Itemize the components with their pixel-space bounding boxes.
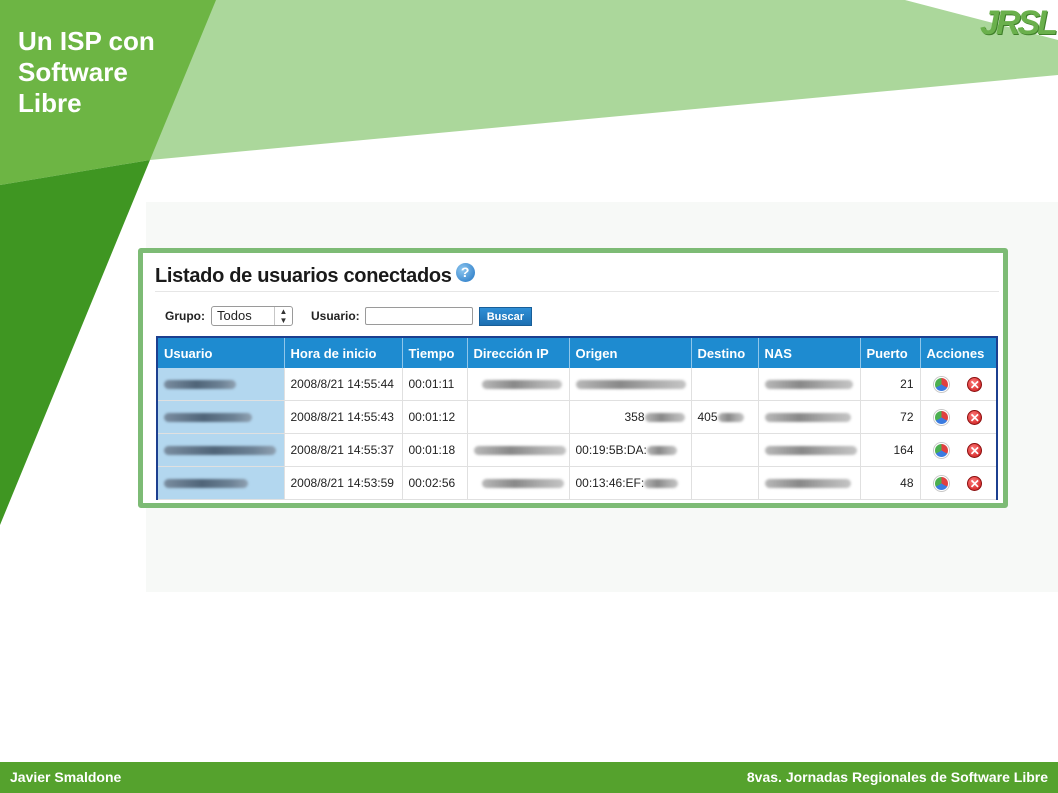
table-header-row: Usuario Hora de inicio Tiempo Dirección … <box>158 338 996 368</box>
slide-footer: Javier Smaldone 8vas. Jornadas Regionale… <box>0 762 1058 793</box>
cell-origen: 00:13:46:EF: <box>569 466 692 500</box>
cell-puerto: 164 <box>860 433 921 467</box>
slide-title: Un ISP con Software Libre <box>18 26 155 118</box>
cell-origen-text: 00:19:5B:DA: <box>575 443 647 457</box>
cell-hora: 2008/8/21 14:55:43 <box>284 400 403 434</box>
cell-hora: 2008/8/21 14:53:59 <box>284 466 403 500</box>
cell-nas <box>758 400 861 434</box>
cell-destino <box>691 433 759 467</box>
cell-tiempo: 00:01:18 <box>402 433 468 467</box>
cell-tiempo: 00:01:12 <box>402 400 468 434</box>
cell-destino: 405 <box>691 400 759 434</box>
cell-usuario <box>158 433 285 467</box>
col-hora-inicio[interactable]: Hora de inicio <box>284 338 403 368</box>
buscar-button[interactable]: Buscar <box>478 306 532 326</box>
col-direccion-ip[interactable]: Dirección IP <box>467 338 570 368</box>
updown-arrow-icon: ▲ ▼ <box>274 307 292 325</box>
grupo-select[interactable]: Todos ▲ ▼ <box>211 306 293 326</box>
cell-origen-text: 358 <box>624 410 645 424</box>
cell-usuario <box>158 368 285 401</box>
usuario-input[interactable] <box>364 307 473 325</box>
col-destino[interactable]: Destino <box>691 338 759 368</box>
user-info-icon[interactable] <box>934 442 950 458</box>
disconnect-icon[interactable]: ✕ <box>967 475 983 491</box>
cell-tiempo: 00:02:56 <box>402 466 468 500</box>
cell-hora: 2008/8/21 14:55:44 <box>284 368 403 401</box>
jrsl-logo: JRSL <box>980 4 1058 44</box>
users-table: Usuario Hora de inicio Tiempo Dirección … <box>156 336 998 500</box>
footer-author: Javier Smaldone <box>10 769 122 785</box>
table-row: 2008/8/21 14:55:44 00:01:11 21 ✕ <box>158 368 996 401</box>
cell-usuario <box>158 466 285 500</box>
col-puerto[interactable]: Puerto <box>860 338 921 368</box>
col-acciones: Acciones <box>920 338 996 368</box>
cell-acciones: ✕ <box>920 400 996 434</box>
footer-event: 8vas. Jornadas Regionales de Software Li… <box>746 769 1048 785</box>
cell-nas <box>758 433 861 467</box>
user-info-icon[interactable] <box>934 376 950 392</box>
disconnect-icon[interactable]: ✕ <box>967 442 983 458</box>
user-info-icon[interactable] <box>934 409 950 425</box>
listing-header: Listado de usuarios conectados ? <box>155 259 475 293</box>
disconnect-icon[interactable]: ✕ <box>967 376 983 392</box>
col-nas[interactable]: NAS <box>758 338 861 368</box>
cell-nas <box>758 466 861 500</box>
help-icon[interactable]: ? <box>455 262 475 282</box>
cell-acciones: ✕ <box>920 368 996 401</box>
header-divider <box>155 291 999 292</box>
cell-puerto: 48 <box>860 466 921 500</box>
cell-puerto: 21 <box>860 368 921 401</box>
disconnect-icon[interactable]: ✕ <box>967 409 983 425</box>
table-row: 2008/8/21 14:53:59 00:02:56 00:13:46:EF:… <box>158 466 996 500</box>
cell-origen: 358 <box>569 400 692 434</box>
cell-ip <box>467 400 570 434</box>
cell-ip <box>467 466 570 500</box>
grupo-select-value: Todos <box>217 308 252 323</box>
col-tiempo[interactable]: Tiempo <box>402 338 468 368</box>
cell-tiempo: 00:01:11 <box>402 368 468 401</box>
table-row: 2008/8/21 14:55:43 00:01:12 358 405 72 ✕ <box>158 400 996 434</box>
col-usuario[interactable]: Usuario <box>158 338 285 368</box>
cell-origen-text: 00:13:46:EF: <box>575 476 645 490</box>
cell-puerto: 72 <box>860 400 921 434</box>
listing-title: Listado de usuarios conectados <box>155 264 452 287</box>
cell-destino-text: 405 <box>697 410 718 424</box>
cell-origen: 00:19:5B:DA: <box>569 433 692 467</box>
grupo-label: Grupo: <box>165 309 205 323</box>
screenshot-frame: Listado de usuarios conectados ? Grupo: … <box>138 248 1008 508</box>
cell-nas <box>758 368 861 401</box>
cell-origen <box>569 368 692 401</box>
usuario-label: Usuario: <box>311 309 360 323</box>
cell-hora: 2008/8/21 14:55:37 <box>284 433 403 467</box>
table-row: 2008/8/21 14:55:37 00:01:18 00:19:5B:DA:… <box>158 433 996 467</box>
cell-usuario <box>158 400 285 434</box>
col-origen[interactable]: Origen <box>569 338 692 368</box>
cell-destino <box>691 466 759 500</box>
user-info-icon[interactable] <box>934 475 950 491</box>
cell-destino <box>691 368 759 401</box>
cell-ip <box>467 368 570 401</box>
cell-acciones: ✕ <box>920 433 996 467</box>
logo-text: JRSL <box>980 4 1058 42</box>
cell-acciones: ✕ <box>920 466 996 500</box>
cell-ip <box>467 433 570 467</box>
filter-bar: Grupo: Todos ▲ ▼ Usuario: Buscar <box>165 304 532 328</box>
